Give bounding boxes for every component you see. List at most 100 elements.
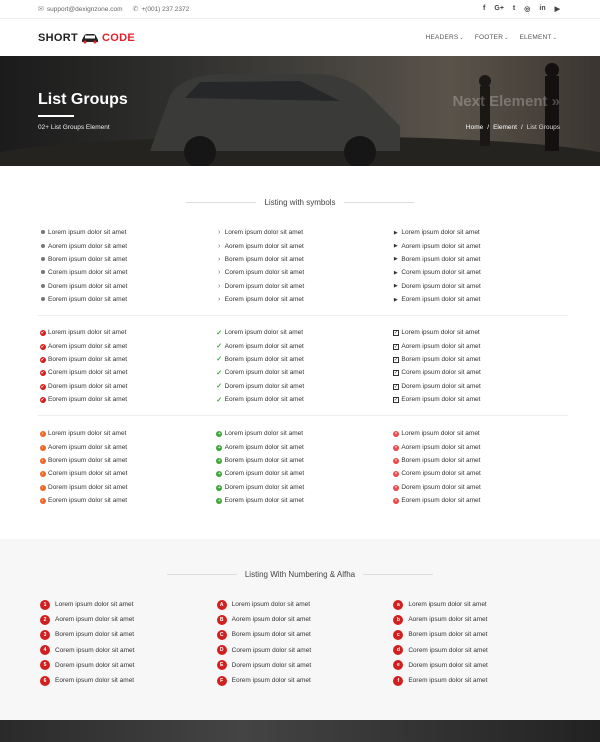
title-rule-left bbox=[166, 574, 237, 576]
list-item: + Dorem ipsum dolor sit amet bbox=[216, 483, 305, 491]
lower-alpha-list: a Lorem ipsum dolor sit amet b Aorem ipsum… bbox=[393, 597, 570, 688]
breadcrumb-current: List Groups bbox=[526, 124, 560, 131]
dot-icon bbox=[38, 283, 47, 290]
banner-overlay bbox=[0, 56, 600, 166]
instagram-icon[interactable]: ◎ bbox=[524, 5, 530, 13]
green-plus-circle-icon: + bbox=[216, 484, 223, 491]
linkedin-icon[interactable]: in bbox=[539, 5, 545, 13]
list-item: × Borem ipsum dolor sit amet bbox=[392, 456, 481, 464]
list-item: › Corem ipsum dolor sit amet bbox=[38, 467, 215, 480]
nav-footer[interactable]: FOOTER⌄ bbox=[475, 34, 509, 41]
list-item: ▶ Borem ipsum dolor sit amet bbox=[391, 253, 568, 266]
checkbox-checked-icon: ✓ bbox=[392, 397, 399, 404]
red-check-circle-icon: ✔ bbox=[39, 370, 46, 377]
list-item: › Corem ipsum dolor sit amet bbox=[215, 266, 392, 279]
dot-icon bbox=[38, 229, 47, 236]
numbered-lists: 1 Lorem ipsum dolor sit amet 2 Aorem ipsum… bbox=[40, 597, 570, 688]
chevron-down-icon: ⌄ bbox=[504, 35, 509, 41]
breadcrumb-separator: / bbox=[520, 124, 523, 131]
breadcrumb-home[interactable]: Home bbox=[466, 124, 483, 131]
list-item: ✔ Borem ipsum dolor sit amet bbox=[39, 355, 128, 363]
green-plus-list: + Lorem ipsum dolor sit amet + Aorem ipsum… bbox=[215, 427, 392, 507]
green-plus-circle-icon: + bbox=[216, 444, 223, 451]
list-item: × Aorem ipsum dolor sit amet bbox=[392, 443, 481, 451]
main-nav: HEADERS⌄ FOOTER⌄ ELEMENT⌄ bbox=[426, 34, 557, 41]
list-item: ✓ Aorem ipsum dolor sit amet bbox=[216, 342, 304, 351]
number-badge: 3 bbox=[40, 629, 50, 640]
green-check-icon: ✓ bbox=[216, 383, 223, 391]
orange-arrow-circle-icon: › bbox=[39, 498, 46, 505]
chevron-right-icon: › bbox=[218, 296, 221, 304]
triangle-right-icon: ▶ bbox=[393, 243, 398, 250]
phone-contact[interactable]: ✆ +(001) 237 2372 bbox=[133, 5, 190, 13]
checkbox-checked-icon: ✓ bbox=[392, 343, 399, 350]
list-item: ▶ Dorem ipsum dolor sit amet bbox=[391, 280, 568, 293]
next-element-link[interactable]: Next Element » bbox=[452, 93, 560, 110]
green-plus-circle-icon: + bbox=[216, 498, 223, 505]
checkbox-list: ✓ Lorem ipsum dolor sit amet ✓ Aorem ipsum… bbox=[391, 326, 568, 406]
list-item: ▶ Aorem ipsum dolor sit amet bbox=[391, 239, 568, 252]
letter-badge: e bbox=[393, 660, 404, 671]
letter-badge: d bbox=[393, 645, 404, 656]
letter-badge: c bbox=[393, 629, 404, 640]
list-item: × Dorem ipsum dolor sit amet bbox=[392, 483, 481, 491]
envelope-icon: ✉ bbox=[38, 6, 44, 13]
letter-badge: E bbox=[216, 660, 227, 671]
chevron-right-icon: › bbox=[218, 229, 221, 237]
orange-arrow-circle-icon: › bbox=[39, 457, 46, 464]
triangle-right-icon: ▶ bbox=[393, 296, 398, 303]
numeric-list: 1 Lorem ipsum dolor sit amet 2 Aorem ipsum… bbox=[40, 597, 217, 688]
red-check-circle-icon: ✔ bbox=[39, 330, 46, 337]
number-badge: 4 bbox=[40, 645, 50, 656]
logo[interactable]: SHORT CODE bbox=[38, 32, 135, 44]
checkbox-checked-icon: ✓ bbox=[392, 383, 399, 390]
group-divider bbox=[38, 415, 568, 416]
green-check-list: ✓ Lorem ipsum dolor sit amet ✓ Aorem ipsum… bbox=[215, 326, 392, 406]
list-item: Dorem ipsum dolor sit amet bbox=[38, 280, 215, 293]
list-item: Borem ipsum dolor sit amet bbox=[38, 253, 215, 266]
green-plus-circle-icon: + bbox=[216, 431, 223, 438]
list-item: ✓ Eorem ipsum dolor sit amet bbox=[216, 396, 304, 404]
top-bar: ✉ support@dexignzone.com ✆ +(001) 237 2372… bbox=[0, 0, 600, 19]
list-item: › Eorem ipsum dolor sit amet bbox=[215, 293, 392, 306]
list-item: Aorem ipsum dolor sit amet bbox=[38, 239, 215, 252]
list-group-checks: ✔ Lorem ipsum dolor sit amet ✔ Aorem ipsum… bbox=[38, 326, 568, 406]
list-item: › Aorem ipsum dolor sit amet bbox=[38, 440, 215, 453]
list-item: ▶ Corem ipsum dolor sit amet bbox=[391, 266, 568, 279]
phone-icon: ✆ bbox=[132, 6, 139, 13]
facebook-icon[interactable]: f bbox=[483, 5, 485, 13]
youtube-icon[interactable]: ▶ bbox=[555, 5, 560, 13]
list-item: › Lorem ipsum dolor sit amet bbox=[215, 226, 392, 239]
green-check-icon: ✓ bbox=[216, 369, 223, 377]
letter-badge: a bbox=[393, 599, 404, 610]
number-badge: 5 bbox=[40, 660, 50, 671]
chevron-right-icon: › bbox=[218, 282, 221, 290]
list-item: ✓ Lorem ipsum dolor sit amet bbox=[392, 329, 480, 337]
green-check-icon: ✓ bbox=[216, 356, 223, 364]
page-banner: List Groups 02+ List Groups Element Next… bbox=[0, 56, 600, 166]
list-item: ✓ Corem ipsum dolor sit amet bbox=[216, 369, 305, 377]
list-item: ▶ Lorem ipsum dolor sit amet bbox=[391, 226, 568, 239]
list-item: ✓ Borem ipsum dolor sit amet bbox=[216, 355, 304, 364]
nav-element[interactable]: ELEMENT⌄ bbox=[520, 34, 558, 41]
list-item: e Dorem ipsum dolor sit amet bbox=[393, 658, 570, 673]
breadcrumb-element[interactable]: Element bbox=[493, 124, 517, 131]
list-item: ✔ Aorem ipsum dolor sit amet bbox=[39, 342, 128, 350]
checkbox-checked-icon: ✓ bbox=[392, 330, 399, 337]
list-item: a Lorem ipsum dolor sit amet bbox=[393, 597, 570, 612]
google-plus-icon[interactable]: G+ bbox=[494, 5, 504, 13]
page-subtitle: 02+ List Groups Element bbox=[38, 124, 110, 131]
chevron-down-icon: ⌄ bbox=[552, 35, 557, 41]
red-check-circle-icon: ✔ bbox=[39, 343, 46, 350]
chevron-right-icon: › bbox=[218, 255, 221, 263]
red-check-circle-icon: ✔ bbox=[39, 356, 46, 363]
list-item: A Lorem ipsum dolor sit amet bbox=[216, 597, 394, 612]
email-contact[interactable]: ✉ support@dexignzone.com bbox=[38, 5, 123, 13]
group-divider bbox=[38, 315, 568, 316]
twitter-icon[interactable]: t bbox=[513, 5, 515, 13]
nav-headers[interactable]: HEADERS⌄ bbox=[426, 34, 464, 41]
list-item: ✔ Dorem ipsum dolor sit amet bbox=[39, 382, 128, 390]
red-x-circle-icon: × bbox=[392, 457, 399, 464]
list-item: B Aorem ipsum dolor sit amet bbox=[216, 612, 394, 627]
red-x-circle-icon: × bbox=[392, 471, 399, 478]
